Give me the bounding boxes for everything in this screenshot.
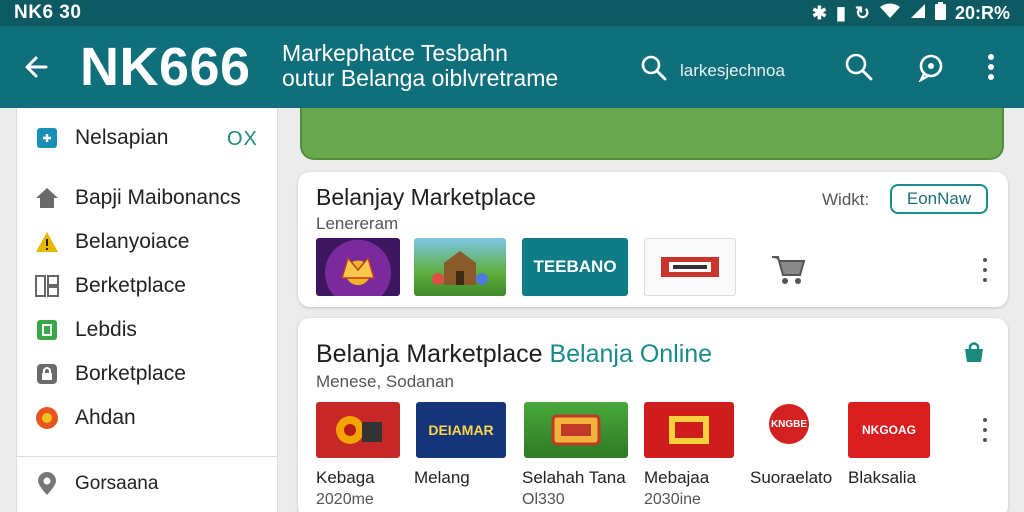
status-left-text: NK6 30 <box>14 2 82 23</box>
sidebar-item-8[interactable]: Gorsaana <box>35 472 158 496</box>
more-options-icon[interactable] <box>982 258 988 282</box>
home-icon <box>35 186 59 210</box>
bag-icon[interactable] <box>962 340 986 369</box>
thumbnail[interactable]: TEEBANO <box>522 238 628 296</box>
signal-icon <box>910 3 926 24</box>
wifi-icon <box>879 3 901 24</box>
sidebar-item-3[interactable]: Belanyoiace <box>35 230 189 254</box>
sidebar-item-label: Bapji Maibonancs <box>75 186 241 209</box>
card-title: Belanjay Marketplace <box>316 184 536 210</box>
sidebar-item-4[interactable]: Berketplace <box>35 274 186 298</box>
more-vert-icon[interactable] <box>974 50 1008 84</box>
card-subtitle: Lenereram <box>316 214 399 233</box>
item-sub: Ol330 <box>522 491 565 508</box>
app-bar: NK666 Markephatce Tesbahn outur Belanga … <box>0 26 1024 108</box>
card-title: Belanja Marketplace Belanja Online <box>316 340 712 369</box>
status-right-text: 20:R% <box>954 2 1010 23</box>
thumbnail[interactable]: KNGBE <box>762 402 816 446</box>
card-title-main: Belanja Marketplace <box>316 340 543 368</box>
sidebar-item-7[interactable]: Ahdan <box>35 406 136 430</box>
sidebar-item-label: Lebdis <box>75 318 137 341</box>
thumbnail[interactable] <box>316 238 400 296</box>
card-subtitle: Menese, Sodanan <box>316 372 454 391</box>
thumbnail[interactable] <box>414 238 506 296</box>
marketplace-card: Belanjay Marketplace Lenereram Widkt: Eo… <box>298 172 1008 307</box>
thumbnail[interactable] <box>316 402 400 458</box>
status-bar: NK6 30 ✱ ▮ ↻ 20:R% <box>0 0 1024 26</box>
bluetooth-icon: ✱ <box>811 2 827 23</box>
promo-banner[interactable] <box>300 108 1004 160</box>
cart-icon[interactable] <box>748 238 828 296</box>
search-placeholder: larkesjechnoa <box>680 60 785 80</box>
sidebar-item-label: Berketplace <box>75 274 186 297</box>
sidebar-divider <box>17 456 277 457</box>
thumbnail[interactable] <box>644 238 736 296</box>
tagline-line-2: outur Belanga oiblvretrame <box>282 65 559 91</box>
sidebar-item-label: Nelsapian <box>75 126 169 149</box>
download-now-button[interactable]: EonNaw <box>890 184 988 214</box>
location-icon <box>35 472 59 496</box>
search-field[interactable]: larkesjechnoa <box>640 54 785 87</box>
sidebar-item-1[interactable]: Nelsapian <box>35 126 168 150</box>
sync-icon: ↻ <box>854 2 870 23</box>
item-name[interactable]: Mebajaa <box>644 468 709 488</box>
item-name[interactable]: Blaksalia <box>848 468 916 488</box>
thumbnail[interactable]: NKGOAG <box>848 402 930 458</box>
tag-icon <box>35 126 59 150</box>
item-name[interactable]: Kebaga <box>316 468 375 488</box>
battery-icon <box>934 1 946 25</box>
sidebar-item-label: Ahdan <box>75 406 136 429</box>
item-name[interactable]: Selahah Tana <box>522 468 626 488</box>
item-name[interactable]: Melang <box>414 468 470 488</box>
online-shopping-card: Belanja Marketplace Belanja Online Menes… <box>298 318 1008 512</box>
thumbnail[interactable]: DEIAMAR <box>416 402 506 458</box>
brand-badge: KNGBE <box>769 404 809 444</box>
item-sub: 2020me <box>316 491 374 508</box>
tagline: Markephatce Tesbahn outur Belanga oiblvr… <box>282 41 602 91</box>
thumbnail[interactable] <box>644 402 734 458</box>
sidebar-item-5[interactable]: Lebdis <box>35 318 137 342</box>
sidebar-item-6[interactable]: Borketplace <box>35 362 186 386</box>
tagline-line-1: Markephatce Tesbahn <box>282 40 508 66</box>
sidebar: OX Nelsapian Bapji Maibonancs Belanyoiac… <box>16 108 278 512</box>
sidebar-item-label: Borketplace <box>75 362 186 385</box>
sidebar-item-label: Gorsaana <box>75 473 159 494</box>
sidebar-close-button[interactable]: OX <box>227 128 258 151</box>
back-arrow-icon[interactable] <box>20 50 54 84</box>
globe-icon <box>35 406 59 430</box>
grid-icon <box>35 274 59 298</box>
brand-title: NK666 <box>80 37 251 97</box>
badge-icon <box>35 318 59 342</box>
search-icon <box>640 54 668 87</box>
more-options-icon[interactable] <box>982 418 988 442</box>
item-sub: 2030ine <box>644 491 701 508</box>
warning-icon <box>35 230 59 254</box>
vibrate-icon: ▮ <box>835 2 846 23</box>
sidebar-item-2[interactable]: Bapji Maibonancs <box>35 186 241 210</box>
thumbnail[interactable] <box>524 402 628 458</box>
item-name[interactable]: Suoraelato <box>750 468 832 488</box>
status-icons: ✱ ▮ ↻ 20:R% <box>811 1 1010 25</box>
card-title-accent: Belanja Online <box>549 340 713 368</box>
side-label: Widkt: <box>822 190 870 209</box>
sidebar-item-label: Belanyoiace <box>75 230 190 253</box>
lock-icon <box>35 362 59 386</box>
search-button-icon[interactable] <box>842 50 876 84</box>
chat-icon[interactable] <box>914 50 948 84</box>
